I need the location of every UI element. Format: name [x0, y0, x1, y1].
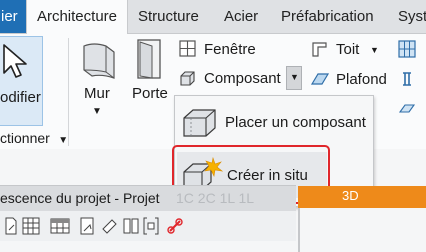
component-icon [180, 71, 195, 86]
grid-view-icon[interactable] [22, 217, 40, 235]
component-button[interactable]: Composant [176, 68, 302, 90]
floor-icon[interactable] [398, 100, 416, 118]
properties-icon[interactable] [4, 217, 18, 235]
ribbon-separator [68, 38, 69, 146]
door-button[interactable]: Porte [130, 36, 170, 106]
place-component-icon [183, 109, 216, 137]
project-browser-toolbar [0, 211, 296, 242]
bracket-icon[interactable] [142, 217, 160, 235]
chevron-down-icon: ▼ [58, 135, 69, 146]
menu-item-place-component[interactable]: Placer un composant [179, 102, 369, 142]
chain-link-icon[interactable] [166, 217, 184, 235]
select-label: ctionner [0, 130, 50, 146]
tab-systemes-label: Syst [398, 8, 426, 25]
roof-label: Toit [336, 41, 360, 58]
place-component-label: Placer un composant [225, 114, 366, 131]
chevron-down-icon: ▼ [290, 72, 299, 82]
modify-button[interactable]: odifier [0, 36, 43, 126]
component-label: Composant [204, 70, 281, 87]
project-browser-title: escence du projet - Projet [0, 190, 160, 206]
tab-prefabrication[interactable]: Préfabrication [281, 0, 374, 33]
tab-structure-label: Structure [138, 8, 199, 25]
tab-acier[interactable]: Acier [224, 0, 258, 33]
window-icon [179, 40, 196, 57]
table-icon[interactable] [50, 217, 70, 235]
modify-label: odifier [0, 89, 41, 106]
panel-title-overflow: 1C 2C 1L 1L [176, 190, 255, 206]
roof-icon [312, 42, 327, 57]
tab-file-label: ier [1, 8, 18, 25]
wall-icon [83, 43, 115, 79]
tab-file[interactable]: ier [0, 0, 26, 33]
tag-icon[interactable] [100, 217, 118, 235]
wall-button[interactable]: Mur ▼ [76, 36, 122, 117]
cursor-arrow-icon [3, 44, 27, 78]
ribbon-tab-bar: ier Architecture Structure Acier Préfabr… [0, 0, 426, 34]
tab-architecture-label: Architecture [36, 8, 118, 25]
window-label: Fenêtre [204, 41, 256, 58]
tab-prefabrication-label: Préfabrication [281, 8, 374, 25]
view-tab-label: 3D [342, 188, 359, 203]
wall-label: Mur [84, 85, 110, 102]
sheet-icon[interactable] [78, 217, 96, 235]
select-panel-label[interactable]: ctionner ▼ [0, 130, 68, 150]
view-tab-active[interactable]: 3D [298, 186, 426, 208]
chevron-down-icon: ▼ [92, 106, 102, 117]
view-canvas[interactable] [298, 208, 426, 252]
tab-structure[interactable]: Structure [138, 0, 199, 33]
column-icon[interactable] [398, 70, 416, 88]
chevron-down-icon: ▼ [370, 45, 379, 55]
group-icon[interactable] [122, 217, 140, 235]
tab-acier-label: Acier [224, 8, 259, 25]
ceiling-label: Plafond [336, 71, 387, 88]
door-icon [137, 39, 161, 79]
curtain-grid-icon[interactable] [398, 40, 416, 58]
project-browser-header: escence du projet - Projet 1C 2C 1L 1L [0, 185, 296, 212]
ceiling-icon [310, 73, 330, 85]
tab-architecture[interactable]: Architecture [26, 0, 128, 34]
project-browser-tree [0, 241, 296, 252]
door-label: Porte [132, 85, 168, 102]
component-dropdown-button[interactable]: ▼ [286, 66, 302, 90]
tab-systemes[interactable]: Syst [398, 0, 426, 33]
